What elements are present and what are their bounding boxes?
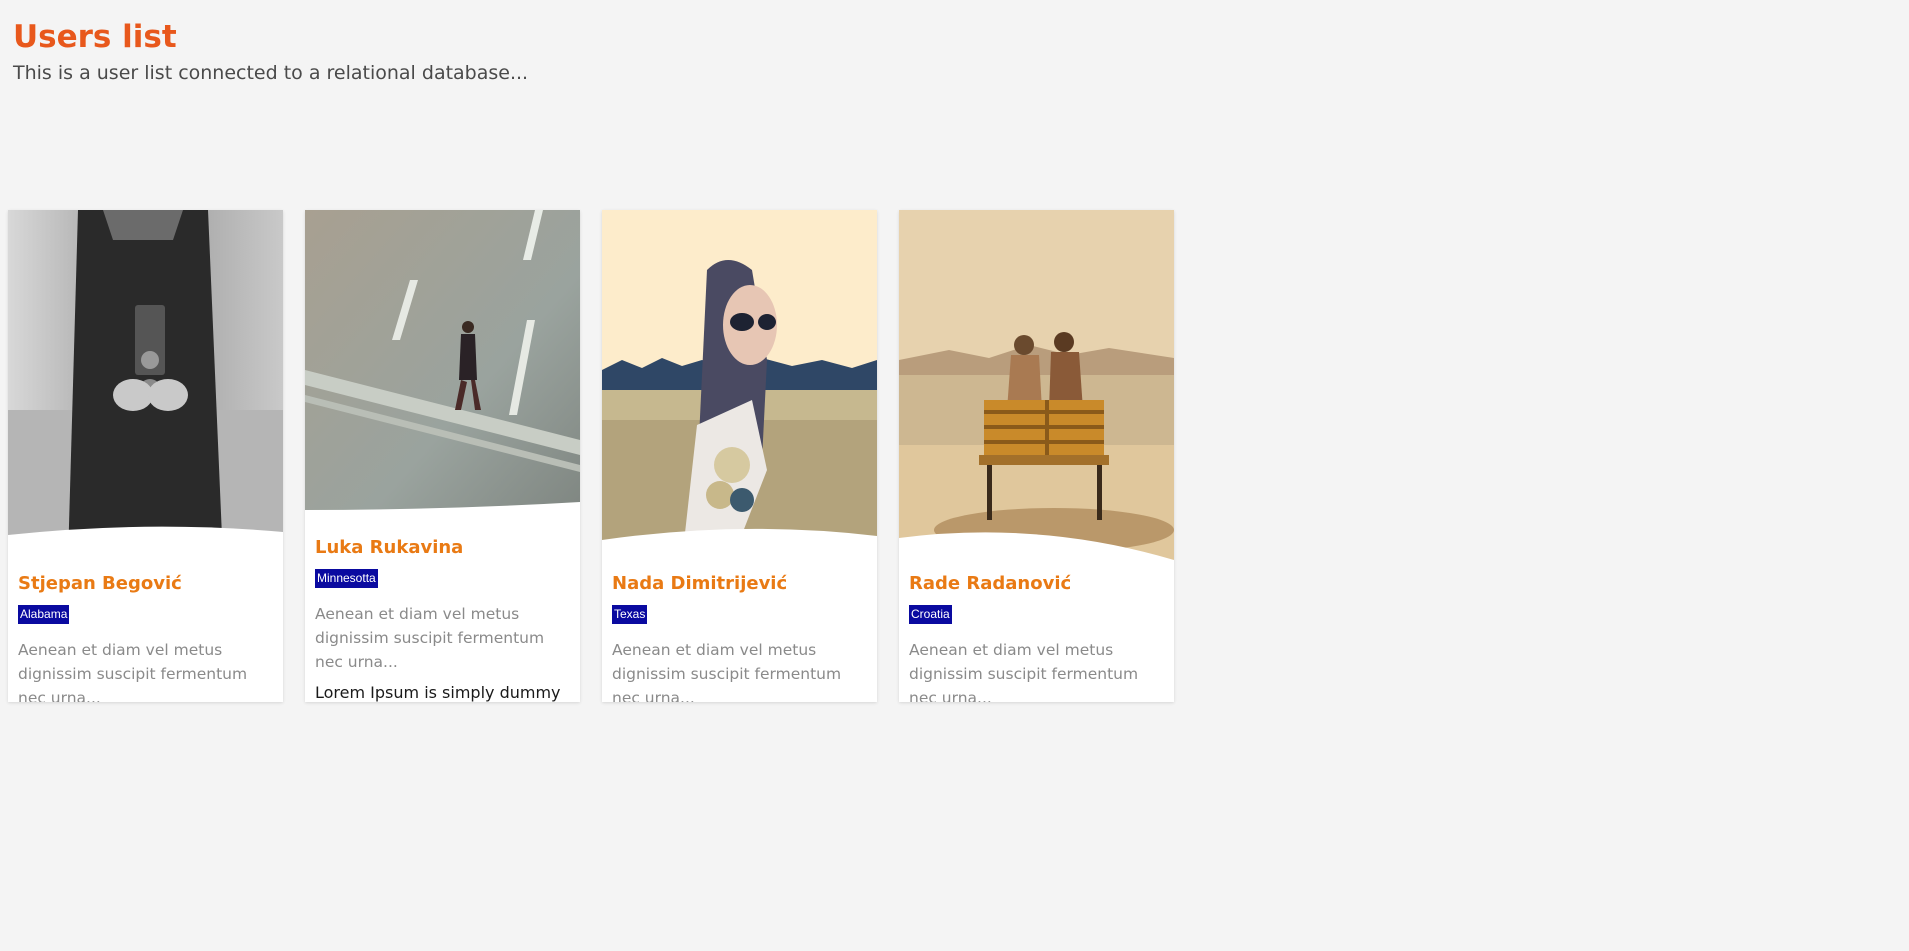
woman-sunglasses-photo xyxy=(602,210,877,560)
user-card-list: Stjepan Begović Alabama Aenean et diam v… xyxy=(8,210,1174,702)
user-card[interactable]: Nada Dimitrijević Texas Aenean et diam v… xyxy=(602,210,877,702)
user-name[interactable]: Nada Dimitrijević xyxy=(612,572,867,595)
location-badge: Alabama xyxy=(18,605,70,624)
page-subtitle: This is a user list connected to a relat… xyxy=(13,61,529,84)
user-card[interactable]: Stjepan Begović Alabama Aenean et diam v… xyxy=(8,210,283,702)
user-description: Aenean et diam vel metus dignissim susci… xyxy=(909,640,1139,702)
user-name[interactable]: Stjepan Begović xyxy=(18,572,273,595)
photographer-photo xyxy=(8,210,283,560)
user-description: Aenean et diam vel metus dignissim susci… xyxy=(612,640,842,702)
page-header: Users list This is a user list connected… xyxy=(13,18,528,85)
location-badge: Croatia xyxy=(909,605,952,624)
bench-couple-photo xyxy=(899,210,1174,560)
road-walker-photo xyxy=(305,210,580,524)
user-description: Aenean et diam vel metus dignissim susci… xyxy=(315,604,545,671)
user-card[interactable]: Rade Radanović Croatia Aenean et diam ve… xyxy=(899,210,1174,702)
user-description: Aenean et diam vel metus dignissim susci… xyxy=(18,640,248,702)
page-title: Users list xyxy=(13,19,177,55)
user-card[interactable]: Luka Rukavina Minnesotta Aenean et diam … xyxy=(305,210,580,702)
location-badge: Minnesotta xyxy=(315,569,378,588)
user-extra-text: Lorem Ipsum is simply dummy text of the … xyxy=(315,682,561,702)
user-name[interactable]: Rade Radanović xyxy=(909,572,1164,595)
user-name[interactable]: Luka Rukavina xyxy=(315,536,570,559)
location-badge: Texas xyxy=(612,605,648,624)
